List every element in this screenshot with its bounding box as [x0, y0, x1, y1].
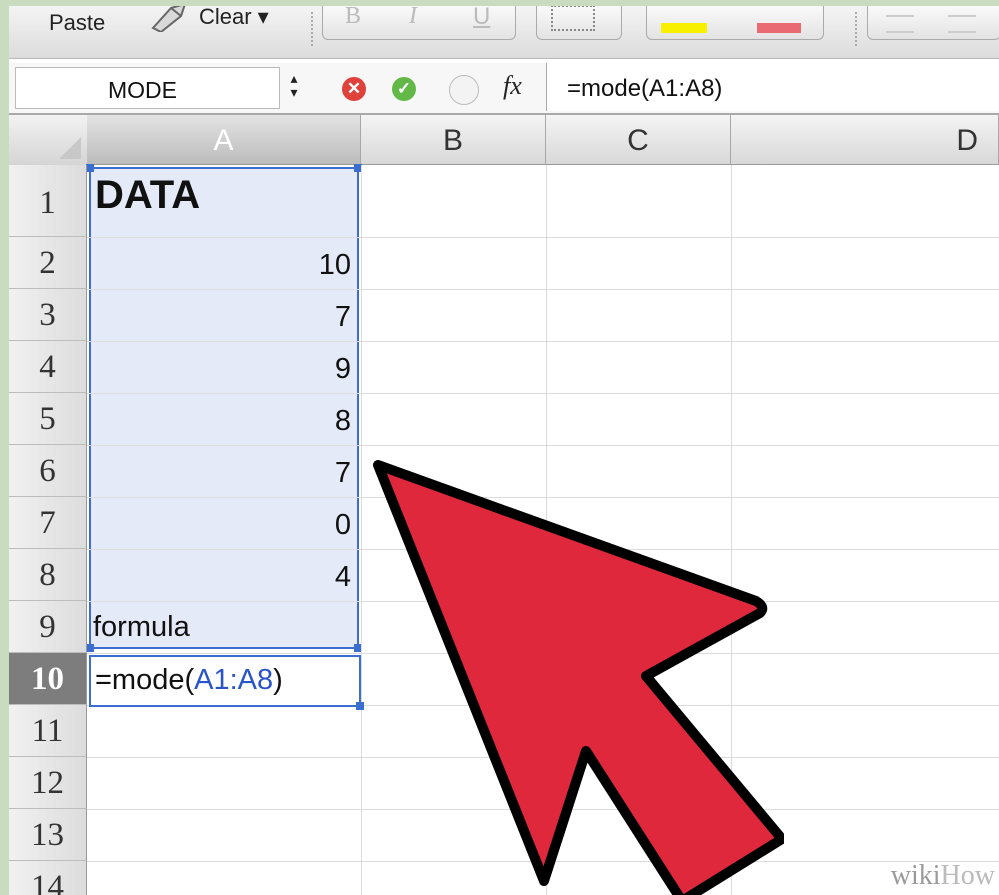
red-arrow-icon	[373, 460, 784, 895]
chevron-up-icon: ▴	[290, 70, 298, 86]
toolbar-separator	[311, 12, 313, 46]
name-box[interactable]: MODE	[15, 67, 280, 109]
column-header-A[interactable]: A	[87, 115, 361, 165]
column-header-B[interactable]: B	[361, 115, 546, 165]
select-all-corner[interactable]	[9, 115, 88, 166]
formula-text: =mode(A1:A8)	[567, 75, 723, 102]
formula-bar: MODE ▴ ▾ ✕ ✓ fx =mode(A1:A8)	[9, 63, 999, 115]
paste-button[interactable]: Paste	[49, 10, 105, 36]
align-center-icon[interactable]	[948, 15, 976, 33]
formula-prefix: =mode(	[95, 664, 195, 696]
corner-triangle-icon	[59, 137, 81, 159]
cell-A6[interactable]: 7	[89, 445, 351, 497]
cell-A1[interactable]: DATA	[95, 173, 200, 218]
row-header-7[interactable]: 7	[9, 497, 87, 549]
row-header-9[interactable]: 9	[9, 601, 87, 653]
row-header-6[interactable]: 6	[9, 445, 87, 497]
italic-button[interactable]: I	[409, 6, 417, 30]
row-header-1[interactable]: 1	[9, 165, 87, 237]
cell-value: 10	[318, 249, 351, 281]
cell-A5[interactable]: 8	[89, 393, 351, 445]
cell-value: 4	[334, 561, 351, 593]
wikihow-watermark: wikiHow	[891, 860, 995, 892]
insert-function-button[interactable]: fx	[503, 71, 522, 101]
row-header-11[interactable]: 11	[9, 705, 87, 757]
toolbar-separator	[855, 12, 857, 46]
formula-builder-toggle[interactable]	[449, 75, 479, 105]
color-group	[646, 6, 824, 40]
borders-button[interactable]	[536, 6, 622, 40]
name-box-stepper[interactable]: ▴ ▾	[283, 71, 305, 103]
borders-icon	[551, 6, 595, 31]
cell-value: 7	[334, 301, 351, 333]
row-header-5[interactable]: 5	[9, 393, 87, 445]
row-header-4[interactable]: 4	[9, 341, 87, 393]
ribbon-toolbar: Paste Clear ▾ B I U	[9, 6, 999, 59]
cell-A3[interactable]: 7	[89, 289, 351, 341]
row-header-3[interactable]: 3	[9, 289, 87, 341]
align-group	[867, 6, 999, 40]
cell-A7[interactable]: 0	[89, 497, 351, 549]
row-header-12[interactable]: 12	[9, 757, 87, 809]
formula-input[interactable]: =mode(A1:A8)	[546, 63, 999, 111]
font-color-icon[interactable]	[757, 23, 801, 33]
column-header-D[interactable]: D	[731, 115, 999, 165]
gridline	[361, 165, 362, 895]
fill-handle[interactable]	[356, 702, 364, 710]
row-header-10[interactable]: 10	[9, 653, 87, 705]
selection-handle[interactable]	[86, 644, 94, 652]
row-header-13[interactable]: 13	[9, 809, 87, 861]
confirm-formula-icon[interactable]: ✓	[392, 77, 416, 101]
name-box-value: MODE	[108, 77, 177, 103]
excel-window: Paste Clear ▾ B I U MODE ▴ ▾ ✕ ✓ fx =mod…	[9, 6, 999, 895]
cell-value: 0	[334, 509, 351, 541]
selection-handle[interactable]	[86, 164, 94, 172]
formula-suffix: )	[273, 664, 283, 696]
watermark-how: How	[940, 860, 995, 891]
row-header-2[interactable]: 2	[9, 237, 87, 289]
underline-button[interactable]: U	[473, 6, 490, 31]
bold-button[interactable]: B	[345, 6, 361, 30]
cell-value: 9	[334, 353, 351, 385]
text-style-group: B I U	[322, 6, 516, 40]
range-reference: A1:A8	[194, 664, 274, 696]
row-header-8[interactable]: 8	[9, 549, 87, 601]
cell-A2[interactable]: 10	[89, 237, 351, 289]
eraser-icon[interactable]	[147, 6, 191, 32]
chevron-down-icon: ▾	[290, 84, 298, 100]
fill-color-icon[interactable]	[661, 23, 707, 33]
cell-A10[interactable]: =mode(A1:A8)	[95, 664, 283, 697]
column-header-C[interactable]: C	[546, 115, 731, 165]
cell-A4[interactable]: 9	[89, 341, 351, 393]
cancel-formula-icon[interactable]: ✕	[342, 77, 366, 101]
align-left-icon[interactable]	[886, 15, 914, 33]
clear-button[interactable]: Clear ▾	[199, 6, 269, 30]
cell-A8[interactable]: 4	[89, 549, 351, 601]
cell-value: 8	[334, 405, 351, 437]
watermark-wiki: wiki	[890, 860, 941, 891]
cell-A9[interactable]: formula	[93, 611, 190, 644]
row-header-14[interactable]: 14	[9, 861, 87, 895]
cell-value: 7	[334, 457, 351, 489]
